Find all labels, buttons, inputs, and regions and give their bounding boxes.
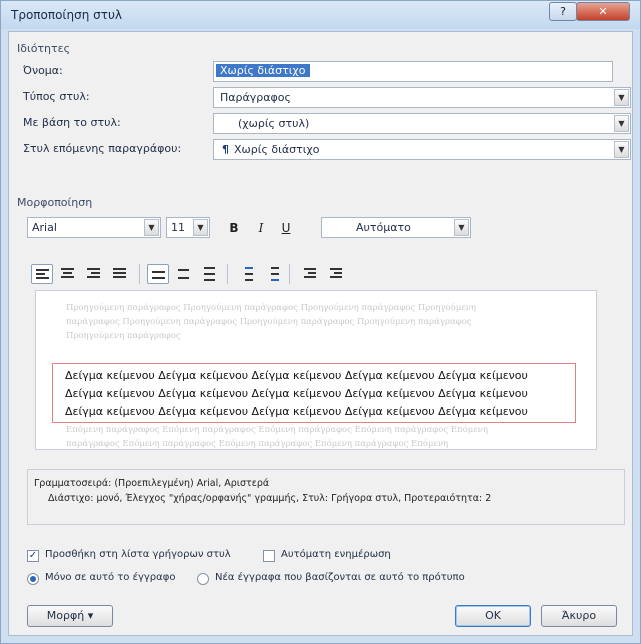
chevron-down-icon[interactable]: ▼: [614, 115, 629, 132]
underline-button[interactable]: U: [277, 219, 295, 237]
name-value: Χωρίς διάστιχο: [216, 64, 310, 77]
one-half-spacing-icon[interactable]: [173, 264, 195, 284]
next-style-label: Στυλ επόμενης παραγράφου:: [23, 142, 182, 155]
align-center-icon[interactable]: [57, 264, 79, 284]
justify-icon[interactable]: [109, 264, 131, 284]
font-color-value: Αυτόματο: [356, 221, 411, 234]
description-line-2: Διάστιχο: μονό, Έλεγχος "χήρας/ορφανής" …: [48, 493, 492, 504]
paragraph-style-icon: ¶: [222, 143, 229, 156]
font-color-select[interactable]: Αυτόματο ▼: [321, 217, 471, 238]
previous-paragraph-preview: Προηγούμενη παράγραφος Προηγούμενη παράγ…: [66, 303, 477, 341]
auto-update-checkbox[interactable]: [263, 550, 275, 562]
font-value: Arial: [32, 221, 57, 234]
style-description: Γραμματοσειρά: (Προεπιλεγμένη) Arial, Αρ…: [27, 469, 625, 525]
double-spacing-icon[interactable]: [199, 264, 221, 284]
name-label: Όνομα:: [23, 64, 63, 77]
font-size-value: 11: [171, 221, 185, 234]
next-style-value: Χωρίς διάστιχο: [234, 143, 320, 156]
dialog-body: Ιδιότητες Όνομα: Χωρίς διάστιχο Τύπος στ…: [8, 31, 633, 636]
style-type-select[interactable]: Παράγραφος ▼: [213, 87, 631, 108]
toolbar-separator: [139, 264, 140, 284]
align-right-icon[interactable]: [83, 264, 105, 284]
add-to-quick-styles-checkbox[interactable]: ✓: [27, 550, 39, 562]
only-this-document-radio[interactable]: [27, 573, 39, 585]
space-before-icon[interactable]: [235, 264, 257, 284]
chevron-down-icon[interactable]: ▼: [454, 219, 469, 236]
ok-button[interactable]: OK: [455, 605, 531, 627]
sample-text-preview: Δείγμα κείμενου Δείγμα κείμενου Δείγμα κ…: [52, 363, 576, 423]
style-preview: Προηγούμενη παράγραφος Προηγούμενη παράγ…: [35, 290, 597, 450]
close-button[interactable]: ✕: [576, 2, 630, 21]
chevron-down-icon[interactable]: ▼: [614, 89, 629, 106]
increase-indent-icon[interactable]: [323, 264, 345, 284]
cancel-button[interactable]: Άκυρο: [541, 605, 617, 627]
description-line-1: Γραμματοσειρά: (Προεπιλεγμένη) Arial, Αρ…: [34, 478, 270, 489]
chevron-down-icon[interactable]: ▼: [144, 219, 159, 236]
align-left-icon[interactable]: [31, 264, 53, 284]
style-type-label: Τύπος στυλ:: [23, 90, 90, 103]
font-select[interactable]: Arial ▼: [27, 217, 161, 238]
format-menu-button[interactable]: Μορφή ▾: [27, 605, 113, 627]
toolbar-separator: [289, 264, 290, 284]
formatting-group-label: Μορφοποίηση: [17, 196, 93, 209]
new-documents-label[interactable]: Νέα έγγραφα που βασίζονται σε αυτό το πρ…: [215, 572, 465, 583]
based-on-select[interactable]: (χωρίς στυλ) ▼: [213, 113, 631, 134]
space-after-icon[interactable]: [261, 264, 283, 284]
chevron-down-icon[interactable]: ▼: [193, 219, 208, 236]
only-this-document-label[interactable]: Μόνο σε αυτό το έγγραφο: [45, 572, 175, 583]
properties-group-label: Ιδιότητες: [17, 42, 71, 55]
next-style-select[interactable]: ¶ Χωρίς διάστιχο ▼: [213, 139, 631, 160]
style-type-value: Παράγραφος: [220, 91, 291, 104]
title-bar: Τροποποίηση στυλ ? ✕: [1, 1, 640, 29]
based-on-label: Με βάση το στυλ:: [23, 116, 121, 129]
help-button[interactable]: ?: [549, 2, 577, 21]
based-on-value: (χωρίς στυλ): [238, 117, 310, 130]
chevron-down-icon[interactable]: ▼: [614, 141, 629, 158]
toolbar-separator: [227, 264, 228, 284]
bold-button[interactable]: B: [225, 219, 243, 237]
font-size-select[interactable]: 11 ▼: [166, 217, 210, 238]
new-documents-radio[interactable]: [197, 573, 209, 585]
decrease-indent-icon[interactable]: [297, 264, 319, 284]
modify-style-dialog: Τροποποίηση στυλ ? ✕ Ιδιότητες Όνομα: Χω…: [0, 0, 641, 644]
auto-update-label[interactable]: Αυτόματη ενημέρωση: [281, 549, 391, 560]
italic-button[interactable]: I: [252, 219, 270, 237]
dialog-title: Τροποποίηση στυλ: [11, 8, 122, 22]
single-spacing-icon[interactable]: [147, 264, 169, 284]
next-paragraph-preview: Επόμενη παράγραφος Επόμενη παράγραφος Επ…: [66, 425, 488, 449]
name-input[interactable]: Χωρίς διάστιχο: [213, 61, 613, 82]
add-to-quick-styles-label[interactable]: Προσθήκη στη λίστα γρήγορων στυλ: [45, 549, 231, 560]
